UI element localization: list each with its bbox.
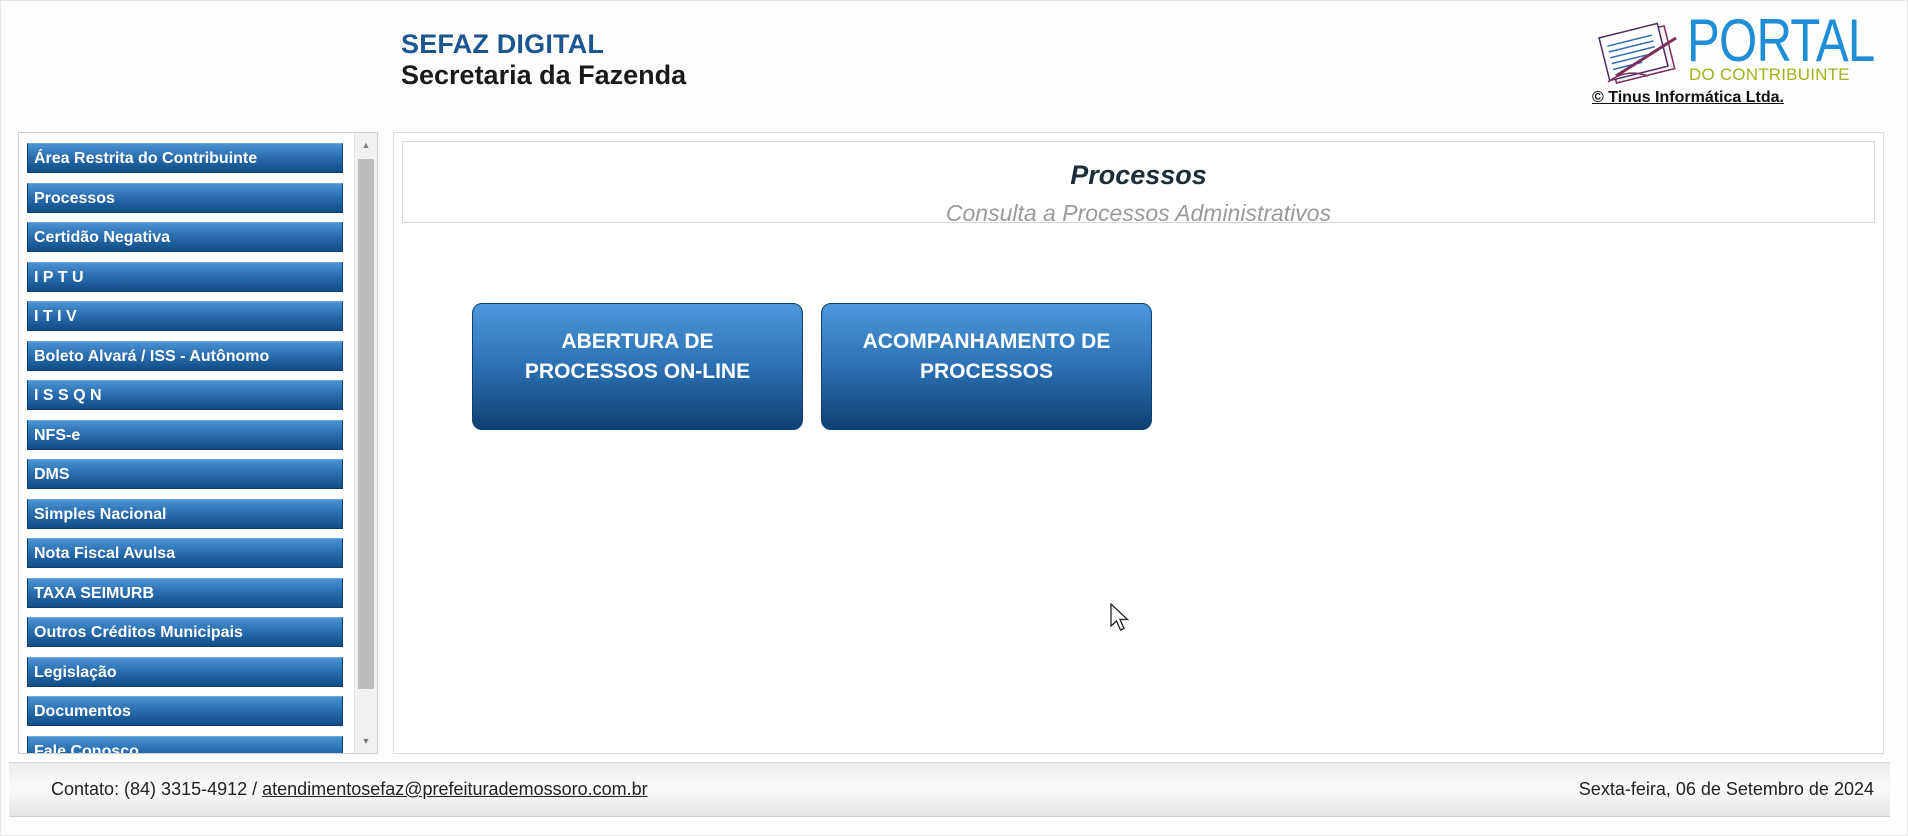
page-subtitle: Consulta a Processos Administrativos: [945, 200, 1332, 226]
logo-subtitle-text: DO CONTRIBUINTE: [1689, 65, 1850, 84]
sidebar-item-simples-nacional[interactable]: Simples Nacional: [27, 498, 343, 529]
sidebar-menu: Área Restrita do Contribuinte Processos …: [27, 143, 343, 753]
sidebar-item-legislacao[interactable]: Legislação: [27, 656, 343, 687]
acompanhamento-processos-label: ACOMPANHAMENTO DE PROCESSOS: [862, 330, 1111, 383]
footer-contact: Contato: (84) 3315-4912 / atendimentosef…: [51, 779, 648, 800]
sidebar-item-taxa-seimurb[interactable]: TAXA SEIMURB: [27, 577, 343, 608]
main-content: Processos Consulta a Processos Administr…: [393, 132, 1884, 754]
sidebar-item-dms[interactable]: DMS: [27, 459, 343, 489]
page-title: Processos: [1070, 160, 1207, 190]
content-header: Processos Consulta a Processos Administr…: [402, 141, 1875, 226]
footer-email-link[interactable]: atendimentosefaz@prefeiturademossoro.com…: [262, 779, 647, 799]
sidebar-item-documentos[interactable]: Documentos: [27, 696, 343, 726]
site-subtitle: Secretaria da Fazenda: [401, 60, 687, 90]
sidebar-item-processos[interactable]: Processos: [27, 182, 343, 213]
site-title: SEFAZ DIGITAL: [401, 29, 605, 59]
mouse-pointer-icon: [1110, 603, 1130, 631]
portal-logo[interactable]: PORTAL DO CONTRIBUINTE: [1596, 7, 1875, 92]
footer-contact-text: Contato: (84) 3315-4912 /: [51, 779, 263, 799]
sidebar-item-outros-creditos[interactable]: Outros Créditos Municipais: [27, 617, 343, 647]
sidebar-scrollbar[interactable]: ▲ ▼: [354, 133, 377, 753]
sidebar-item-nota-fiscal-avulsa[interactable]: Nota Fiscal Avulsa: [27, 538, 343, 568]
abertura-processos-button[interactable]: ABERTURA DE PROCESSOS ON-LINE: [472, 303, 803, 430]
documents-pen-icon: [1598, 22, 1677, 84]
copyright-link[interactable]: © Tinus Informática Ltda.: [1592, 89, 1784, 107]
sidebar: Área Restrita do Contribuinte Processos …: [18, 132, 378, 754]
acompanhamento-processos-button[interactable]: ACOMPANHAMENTO DE PROCESSOS: [821, 303, 1152, 430]
sidebar-item-fale-conosco[interactable]: Fale Conosco: [27, 735, 343, 753]
abertura-processos-label: ABERTURA DE PROCESSOS ON-LINE: [524, 330, 751, 383]
sidebar-item-issqn[interactable]: I S S Q N: [27, 380, 343, 410]
footer-date: Sexta-feira, 06 de Setembro de 2024: [1578, 779, 1874, 799]
scroll-down-arrow-icon[interactable]: ▼: [355, 731, 377, 751]
sidebar-item-boleto-alvara[interactable]: Boleto Alvará / ISS - Autônomo: [27, 340, 343, 371]
scroll-up-arrow-icon[interactable]: ▲: [355, 135, 377, 155]
sidebar-item-iptu[interactable]: I P T U: [27, 261, 343, 292]
sidebar-item-area-restrita[interactable]: Área Restrita do Contribuinte: [27, 143, 343, 173]
sidebar-item-nfse[interactable]: NFS-e: [27, 419, 343, 450]
scroll-thumb[interactable]: [358, 159, 374, 689]
sidebar-item-itiv[interactable]: I T I V: [27, 301, 343, 331]
footer: Contato: (84) 3315-4912 / atendimentosef…: [9, 762, 1890, 817]
sidebar-item-certidao-negativa[interactable]: Certidão Negativa: [27, 222, 343, 252]
